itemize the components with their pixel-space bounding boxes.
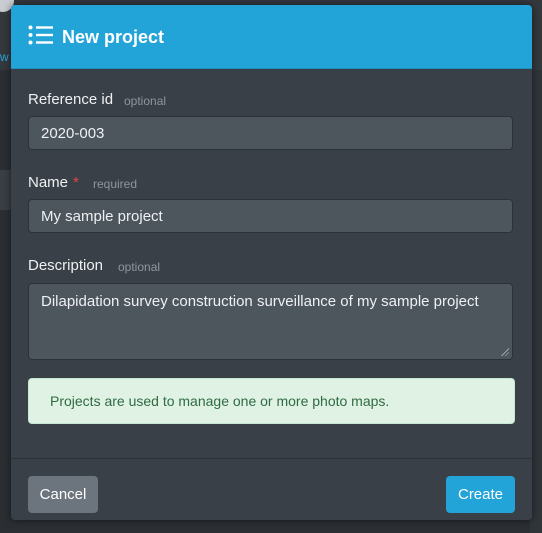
description-label: Description	[28, 257, 104, 274]
reference-id-label: Reference id	[28, 91, 114, 108]
name-hint: required	[93, 177, 138, 191]
background-link-fragment: w	[0, 50, 9, 64]
new-project-dialog: New project Reference id optional 2020-0…	[11, 5, 532, 520]
footer-divider	[11, 458, 532, 459]
name-input[interactable]: My sample project	[28, 199, 513, 233]
reference-id-hint: optional	[124, 94, 167, 108]
resize-handle-icon[interactable]	[501, 348, 509, 356]
info-alert: Projects are used to manage one or more …	[28, 378, 515, 424]
description-hint: optional	[118, 260, 161, 274]
dialog-title: New project	[62, 27, 165, 47]
description-text: Dilapidation survey construction surveil…	[41, 293, 479, 310]
create-button[interactable]: Create	[446, 476, 515, 513]
list-icon	[28, 25, 53, 45]
cancel-button[interactable]: Cancel	[28, 476, 98, 513]
name-label-text: Name	[28, 174, 69, 191]
name-label: Name *	[28, 174, 79, 191]
description-textarea[interactable]: Dilapidation survey construction surveil…	[28, 283, 513, 360]
reference-id-input[interactable]: 2020-003	[28, 116, 513, 150]
chevron-right-icon: ›	[0, 228, 1, 244]
required-marker: *	[73, 174, 79, 191]
dialog-header: New project	[11, 5, 532, 69]
